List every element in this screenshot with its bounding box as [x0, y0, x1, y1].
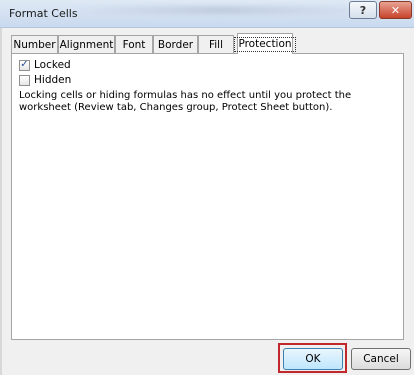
locked-checkbox[interactable]: ✓ [19, 59, 30, 71]
locked-option[interactable]: ✓ Locked [19, 59, 71, 71]
tab-label: Border [157, 38, 194, 51]
blurred-background [70, 6, 370, 14]
tab-fill[interactable]: Fill [198, 35, 234, 53]
tab-protection[interactable]: Protection [234, 33, 296, 54]
tab-font[interactable]: Font [115, 35, 153, 53]
locked-label: Locked [34, 59, 71, 71]
window-edge [0, 27, 2, 375]
ok-label: OK [305, 353, 321, 365]
hidden-checkbox[interactable] [19, 74, 30, 86]
tab-label: Alignment [59, 38, 114, 51]
hidden-option[interactable]: Hidden [19, 74, 71, 86]
close-button[interactable]: ✕ [379, 1, 412, 19]
title-bar[interactable]: Format Cells ? ✕ [0, 0, 414, 28]
tab-label: Protection [234, 36, 296, 52]
protection-panel: ✓ Locked Hidden Locking cells or hiding … [11, 53, 404, 340]
protection-note: Locking cells or hiding formulas has no … [19, 90, 352, 113]
dialog-title: Format Cells [9, 7, 78, 20]
check-icon: ✓ [20, 59, 29, 70]
cancel-label: Cancel [363, 353, 399, 365]
ok-button[interactable]: OK [283, 348, 343, 370]
hidden-label: Hidden [34, 74, 72, 86]
tab-alignment[interactable]: Alignment [58, 35, 115, 53]
close-icon: ✕ [390, 3, 401, 17]
tab-border[interactable]: Border [153, 35, 198, 53]
help-button[interactable]: ? [349, 1, 377, 19]
tab-label: Fill [208, 38, 224, 51]
help-icon: ? [359, 3, 367, 17]
tab-label: Font [122, 38, 146, 51]
tab-label: Number [13, 38, 56, 51]
cancel-button[interactable]: Cancel [351, 348, 411, 370]
tab-number[interactable]: Number [11, 35, 58, 53]
format-cells-dialog: Format Cells ? ✕ Number Alignment Font B… [0, 0, 414, 375]
